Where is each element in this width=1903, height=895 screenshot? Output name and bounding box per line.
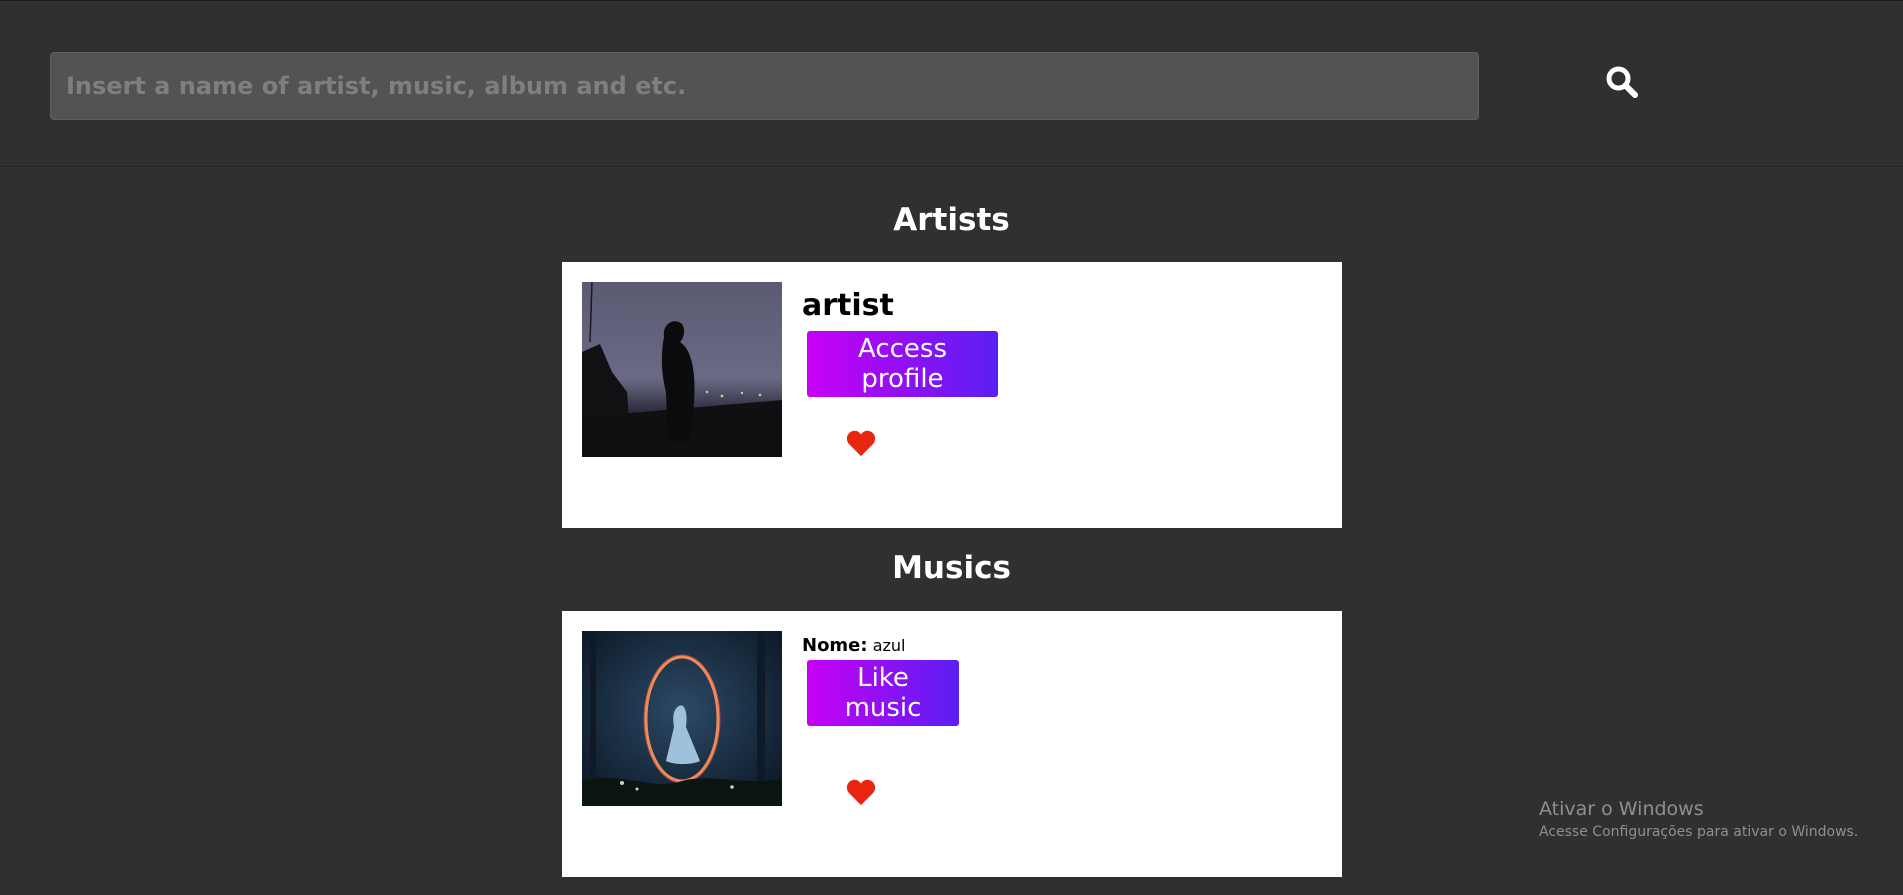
music-card: Nome: azul Like music [562, 611, 1342, 877]
music-name-value: azul [872, 636, 906, 655]
access-profile-button[interactable]: Access profile [807, 331, 998, 397]
search-icon [1606, 66, 1638, 98]
music-name-label: Nome: [802, 635, 868, 656]
music-image [582, 631, 782, 806]
artist-name: artist [802, 288, 894, 323]
windows-activation-watermark: Ativar o Windows Acesse Configurações pa… [1539, 798, 1858, 840]
watermark-subtitle: Acesse Configurações para ativar o Windo… [1539, 824, 1859, 840]
heart-icon[interactable] [846, 429, 876, 457]
like-music-button[interactable]: Like music [807, 660, 959, 726]
search-header [0, 0, 1903, 167]
watermark-title: Ativar o Windows [1539, 798, 1704, 820]
music-name: Nome: azul [802, 635, 905, 656]
search-button[interactable] [1600, 63, 1644, 101]
artists-section-title: Artists [893, 202, 1010, 238]
artist-image [582, 282, 782, 457]
search-input[interactable] [50, 52, 1479, 120]
musics-section-title: Musics [892, 550, 1011, 586]
artist-card: artist Access profile [562, 262, 1342, 528]
heart-icon[interactable] [846, 778, 876, 806]
